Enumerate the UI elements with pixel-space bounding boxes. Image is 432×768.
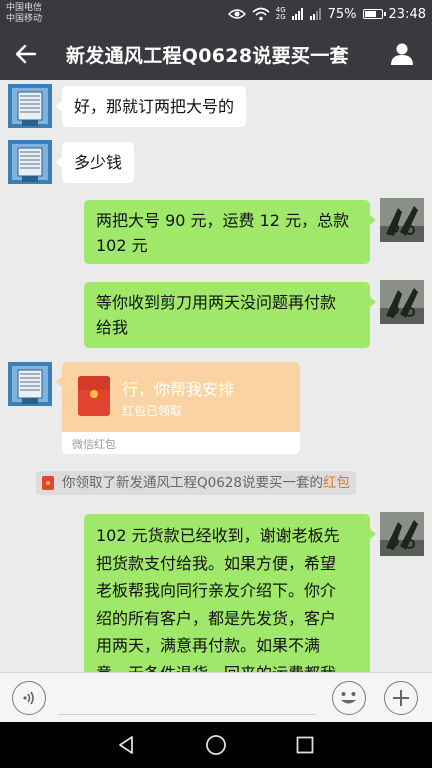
system-notice: 你领取了新发通风工程Q0628说要买一套的红包 xyxy=(36,471,356,495)
contact-avatar[interactable] xyxy=(8,362,52,406)
back-arrow-icon xyxy=(15,44,37,64)
battery-icon xyxy=(362,9,386,19)
message-bubble[interactable]: 等你收到剪刀用两天没问题再付款 给我 xyxy=(84,282,376,348)
system-notice-text: 你领取了新发通风工程Q0628说要买一套的 xyxy=(62,475,323,491)
voice-icon xyxy=(23,691,34,705)
message-line: 给我 xyxy=(96,318,129,337)
message-line: 102 元 xyxy=(96,236,148,255)
red-packet-card[interactable]: 行，你帮我安排 红包已领取 微信红包 xyxy=(62,362,300,454)
nav-home-button[interactable] xyxy=(201,730,231,760)
back-button[interactable] xyxy=(8,36,44,72)
more-button[interactable] xyxy=(384,681,418,715)
signal-icon-1 xyxy=(291,8,303,20)
nav-back-button[interactable] xyxy=(112,730,142,760)
person-icon xyxy=(391,43,413,65)
message-line: 把货款支付给我。如果方便，希望 xyxy=(96,553,337,573)
message-bubble[interactable]: 多少钱 xyxy=(55,142,135,183)
message-text: 多少钱 xyxy=(74,153,123,172)
message-input[interactable] xyxy=(58,683,316,715)
chat-messages: 好，那就订两把大号的 多少钱 两把大号 90 元，运费 12 元，总款 102 … xyxy=(0,80,432,672)
emoji-button[interactable] xyxy=(332,681,366,715)
emoji-icon xyxy=(341,692,356,704)
red-envelope-icon xyxy=(78,376,110,416)
red-packet-message: 行，你帮我安排 xyxy=(122,380,235,399)
red-packet-status: 红包已领取 xyxy=(122,404,183,418)
network-type-1: 4G 2G xyxy=(276,7,286,21)
carrier-info: 中国电信 中国移动 xyxy=(6,3,42,25)
status-bar: 中国电信 中国移动 4G 2G 75% 23:48 xyxy=(0,0,432,28)
red-packet-label: 微信红包 xyxy=(72,438,116,451)
message-line: 102 元货款已经收到，谢谢老板先 xyxy=(96,526,340,545)
wifi-icon xyxy=(252,7,270,21)
plus-icon xyxy=(393,690,409,706)
chat-title: 新发通风工程Q0628说要买一套 xyxy=(66,45,349,67)
contact-avatar[interactable] xyxy=(8,84,52,128)
clock: 23:48 xyxy=(388,6,426,22)
battery-fill xyxy=(364,11,376,17)
signal-icon-2 xyxy=(309,8,321,20)
message-bubble[interactable]: 102 元货款已经收到，谢谢老板先 把货款支付给我。如果方便，希望 老板帮我向同… xyxy=(84,514,376,673)
nav-home-icon xyxy=(206,735,226,755)
my-avatar[interactable] xyxy=(380,198,424,242)
system-nav-bar xyxy=(0,722,432,768)
message-line: 等你收到剪刀用两天没问题再付款 xyxy=(96,293,337,312)
message-bubble[interactable]: 好，那就订两把大号的 xyxy=(55,86,247,127)
message-line: 用两天，满意再付款。如果不满 xyxy=(96,636,321,655)
message-line: 绍的所有客户，都是先发货，客户 xyxy=(96,608,337,628)
nav-recents-icon xyxy=(296,736,314,754)
message-line: 老板帮我向同行亲友介绍下。你介 xyxy=(96,581,337,600)
carrier-1: 中国电信 xyxy=(6,3,43,13)
message-line: 两把大号 90 元，运费 12 元，总款 xyxy=(96,211,350,230)
my-avatar[interactable] xyxy=(380,512,424,556)
contact-avatar[interactable] xyxy=(8,140,52,184)
my-avatar[interactable] xyxy=(380,280,424,324)
nav-back-icon xyxy=(119,736,133,754)
red-envelope-icon xyxy=(42,476,54,490)
carrier-2: 中国移动 xyxy=(6,14,43,24)
message-bubble[interactable]: 两把大号 90 元，运费 12 元，总款 102 元 xyxy=(84,200,376,264)
eye-icon xyxy=(227,9,246,19)
net-2-label: 2G xyxy=(275,13,286,21)
battery-percent: 75% xyxy=(327,6,357,22)
voice-button[interactable] xyxy=(12,681,46,715)
nav-recents-button[interactable] xyxy=(290,730,320,760)
message-line: 意，无条件退货，回来的运费都我 xyxy=(96,660,358,673)
chat-header: 新发通风工程Q0628说要买一套 xyxy=(0,28,432,80)
status-icons: 4G 2G 75% 23:48 xyxy=(227,5,426,23)
chat-info-button[interactable] xyxy=(386,38,418,70)
message-text: 好，那就订两把大号的 xyxy=(74,97,235,116)
red-packet-link[interactable]: 红包 xyxy=(323,475,350,491)
input-bar xyxy=(0,672,432,722)
